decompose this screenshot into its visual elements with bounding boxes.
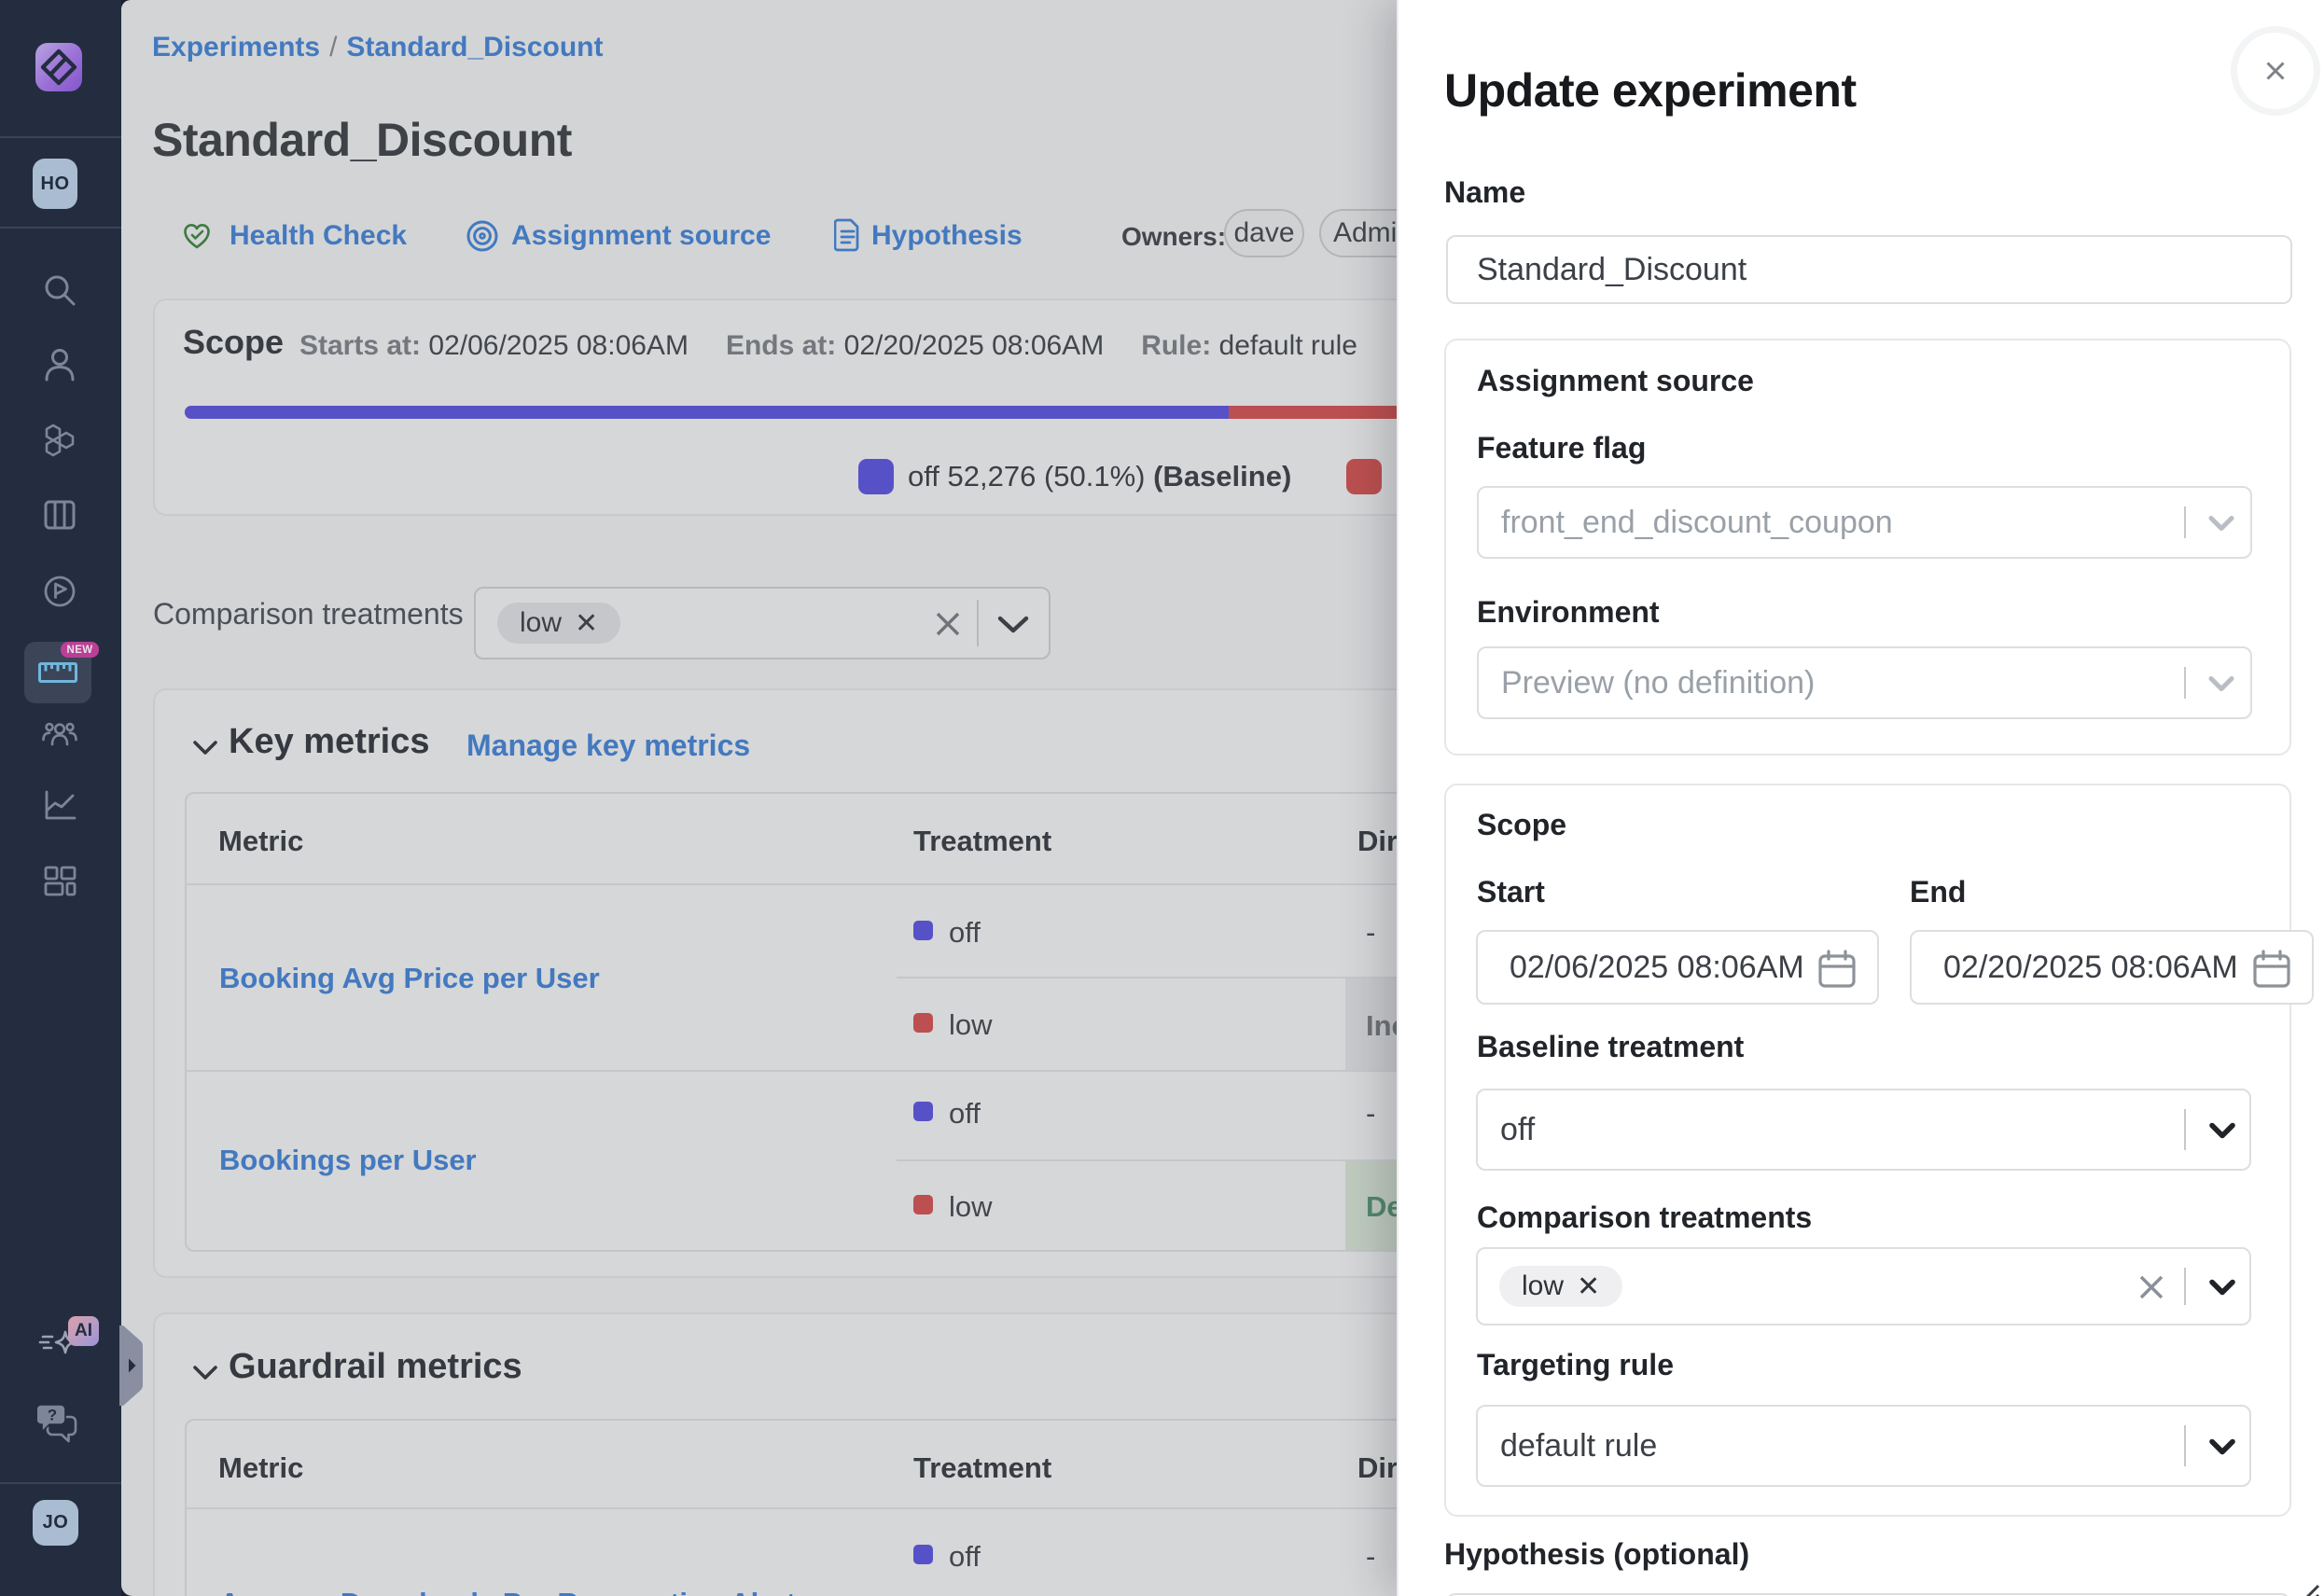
svg-text:?: ?: [48, 1407, 57, 1424]
